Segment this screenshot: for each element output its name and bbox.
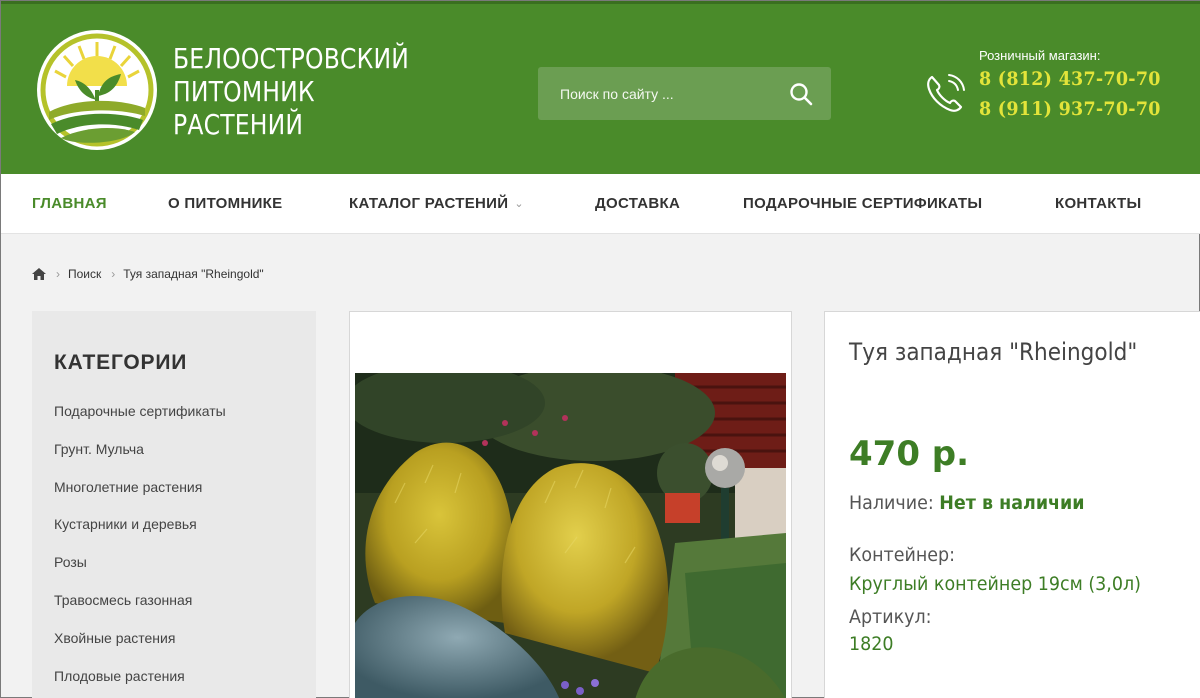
product-photo[interactable] [355,373,786,698]
site-search [538,67,831,120]
categories-list: Подарочные сертификаты Грунт. Мульча Мно… [54,403,226,698]
category-item: Плодовые растения [54,668,226,698]
phone-icon [927,74,965,112]
product-price: 470 р. [849,434,970,474]
container-label: Контейнер: [849,544,956,566]
category-link-fruit-plants[interactable]: Плодовые растения [54,668,185,684]
category-item: Травосмесь газонная [54,592,226,630]
category-link-perennials[interactable]: Многолетние растения [54,479,202,495]
brand-line-2: ПИТОМНИК [173,75,315,108]
availability-label: Наличие: [849,492,934,514]
category-link-roses[interactable]: Розы [54,554,87,570]
product-image-card [349,311,792,698]
retail-store-label: Розничный магазин: [979,48,1101,63]
phone-link-2[interactable]: 8 (911) 937-70-70 [979,98,1161,120]
category-link-gift-certificates[interactable]: Подарочные сертификаты [54,403,226,419]
chevron-right-icon: › [111,267,116,281]
product-title: Туя западная "Rheingold" [849,338,1138,366]
nav-item-contacts[interactable]: КОНТАКТЫ [1055,195,1141,212]
nav-item-delivery[interactable]: ДОСТАВКА [595,195,680,212]
category-item: Грунт. Мульча [54,441,226,479]
category-item: Многолетние растения [54,479,226,517]
category-item: Розы [54,554,226,592]
categories-title: КАТЕГОРИИ [54,351,188,374]
breadcrumb: › Поиск › Туя западная "Rheingold" [32,267,264,281]
nursery-logo-icon[interactable] [35,28,159,152]
sku-value: 1820 [849,633,894,655]
brand-name[interactable]: БЕЛООСТРОВСКИЙ ПИТОМНИК РАСТЕНИЙ [173,42,409,141]
site-header: БЕЛООСТРОВСКИЙ ПИТОМНИК РАСТЕНИЙ Розничн… [1,1,1200,174]
home-icon[interactable] [32,268,46,280]
breadcrumb-current: Туя западная "Rheingold" [123,267,264,281]
chevron-right-icon: › [56,267,60,281]
brand-line-3: РАСТЕНИЙ [173,108,304,141]
category-link-lawn-seed[interactable]: Травосмесь газонная [54,592,192,608]
main-nav: ГЛАВНАЯ О ПИТОМНИКЕ КАТАЛОГ РАСТЕНИЙ ⌄ ДО… [1,174,1200,234]
container-value: Круглый контейнер 19см (3,0л) [849,573,1141,595]
breadcrumb-search[interactable]: Поиск [68,267,101,281]
chevron-down-icon: ⌄ [514,198,524,210]
nav-item-catalog-label: КАТАЛОГ РАСТЕНИЙ [349,195,509,212]
brand-line-1: БЕЛООСТРОВСКИЙ [173,42,410,75]
search-icon[interactable] [789,82,813,106]
nav-item-gift-certificates[interactable]: ПОДАРОЧНЫЕ СЕРТИФИКАТЫ [743,195,982,212]
category-item: Подарочные сертификаты [54,403,226,441]
nav-item-home[interactable]: ГЛАВНАЯ [32,195,107,212]
categories-sidebar: КАТЕГОРИИ Подарочные сертификаты Грунт. … [32,311,316,698]
category-item: Кустарники и деревья [54,516,226,554]
phone-link-1[interactable]: 8 (812) 437-70-70 [979,68,1161,90]
sku-label: Артикул: [849,606,932,628]
category-link-soil-mulch[interactable]: Грунт. Мульча [54,441,144,457]
availability-status: Нет в наличии [939,492,1085,514]
category-link-shrubs-trees[interactable]: Кустарники и деревья [54,516,197,532]
nav-item-catalog[interactable]: КАТАЛОГ РАСТЕНИЙ ⌄ [349,195,524,212]
product-info-card: Туя западная "Rheingold" 470 р. Наличие:… [824,311,1200,698]
category-item: Хвойные растения [54,630,226,668]
availability: Наличие: Нет в наличии [849,492,1085,514]
search-input[interactable] [538,67,778,120]
category-link-conifers[interactable]: Хвойные растения [54,630,175,646]
nav-item-about[interactable]: О ПИТОМНИКЕ [168,195,282,212]
